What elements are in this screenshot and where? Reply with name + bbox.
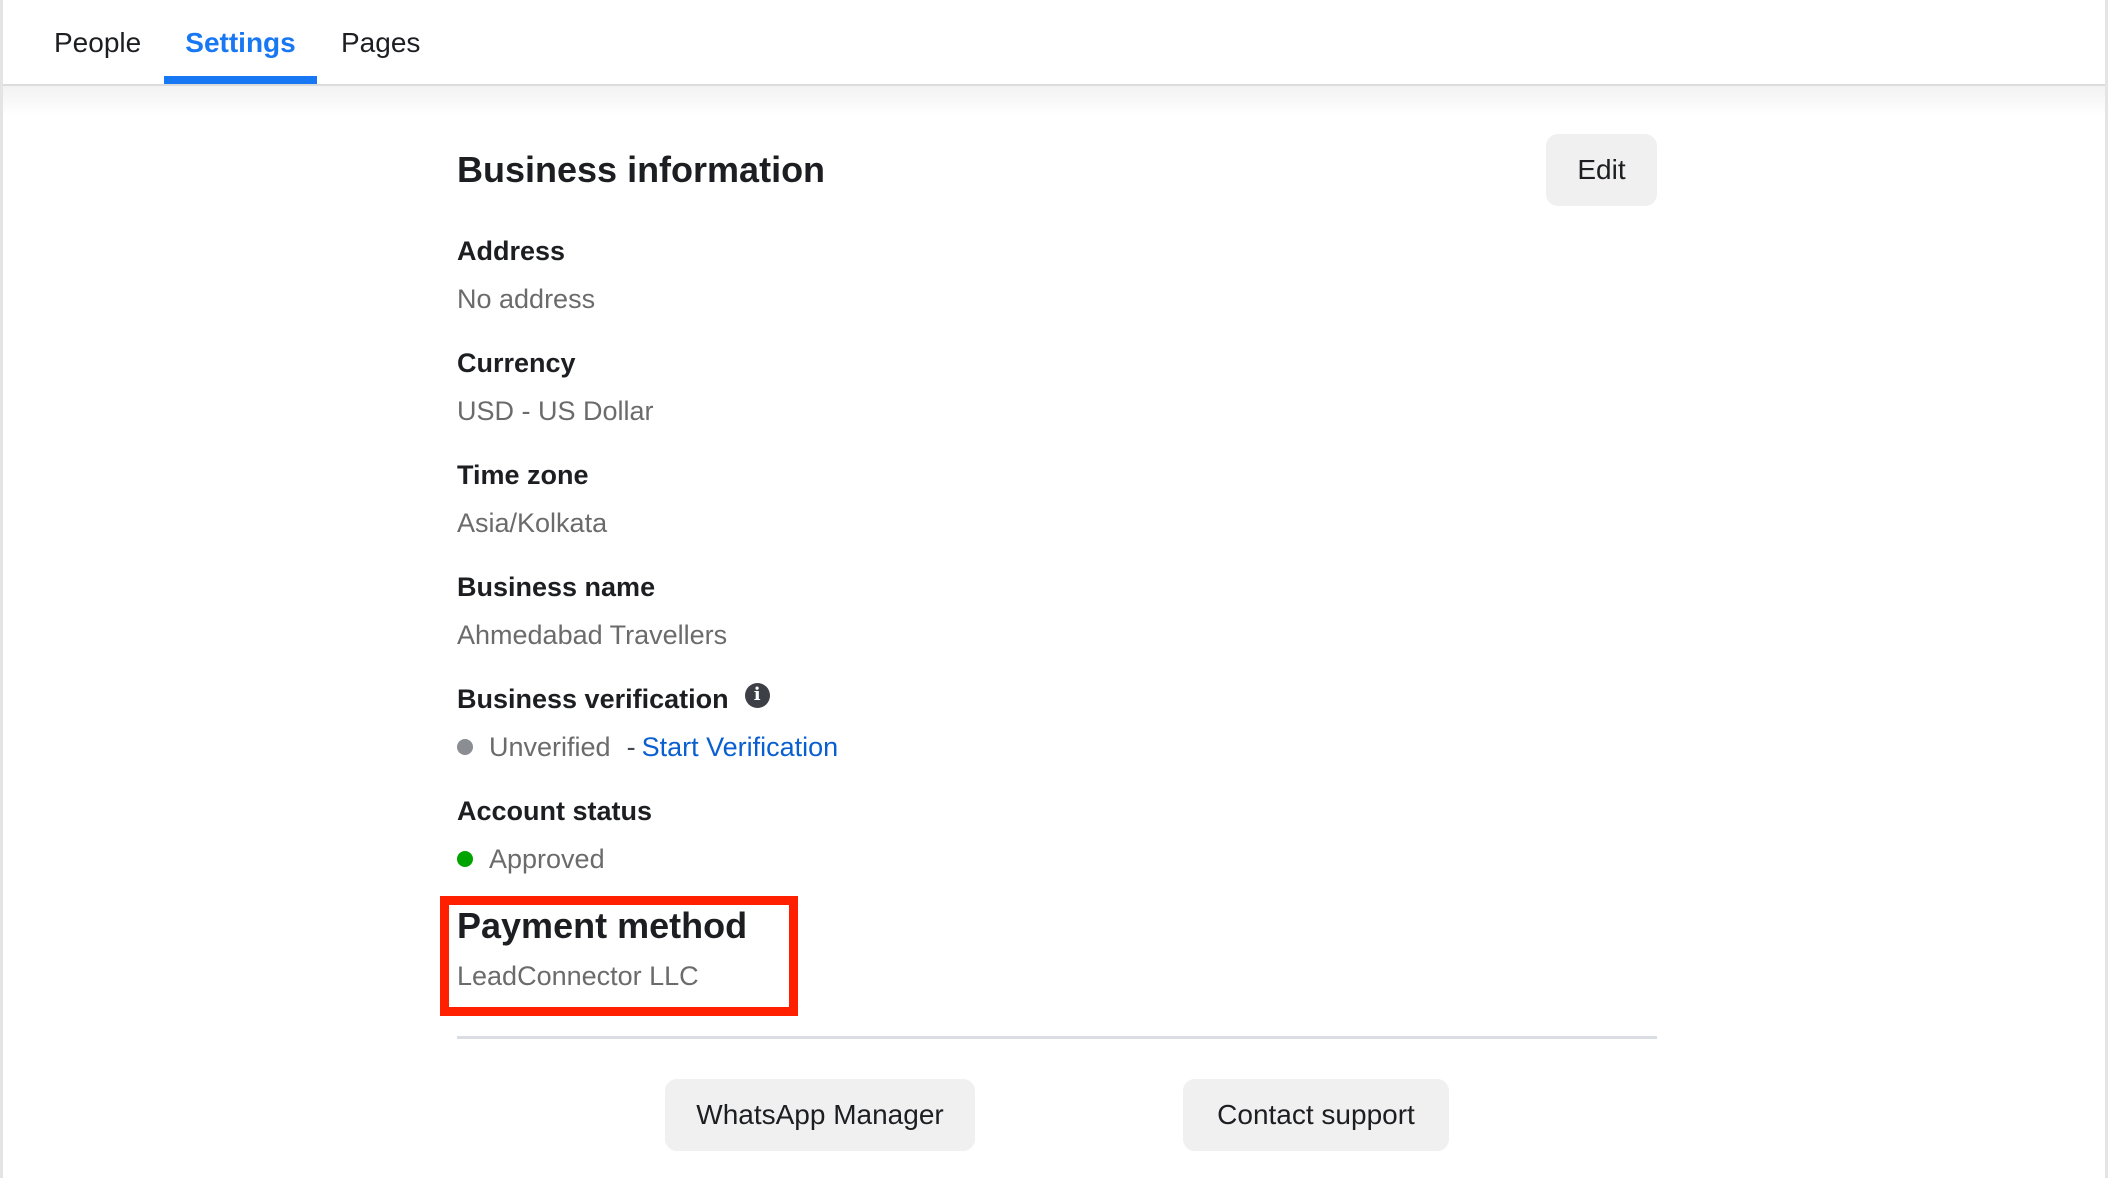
business-name-value: Ahmedabad Travellers — [457, 620, 728, 650]
divider — [457, 1036, 1657, 1039]
field-business-name: Business name Ahmedabad Travellers — [457, 570, 1657, 652]
field-account-status: Account status Approved — [457, 794, 1657, 876]
business-name-label: Business name — [457, 572, 656, 602]
address-label: Address — [457, 236, 566, 266]
business-information-panel: Business information Edit Address No add… — [440, 0, 1657, 1178]
business-verification-label: Business verification — [457, 684, 729, 714]
contact-support-button[interactable]: Contact support — [1183, 1079, 1449, 1151]
time-zone-value: Asia/Kolkata — [457, 508, 608, 538]
field-time-zone: Time zone Asia/Kolkata — [457, 458, 1657, 540]
whatsapp-manager-button[interactable]: WhatsApp Manager — [665, 1079, 975, 1151]
separator: - — [626, 732, 636, 762]
address-value: No address — [457, 284, 596, 314]
tab-people[interactable]: People — [54, 0, 142, 84]
tab-pages[interactable]: Pages — [341, 0, 421, 84]
currency-value: USD - US Dollar — [457, 396, 654, 426]
info-icon[interactable]: i — [744, 682, 770, 708]
tab-settings[interactable]: Settings — [164, 0, 317, 84]
verification-status: Unverified — [489, 732, 611, 762]
field-currency: Currency USD - US Dollar — [457, 346, 1657, 428]
field-business-verification: Business verification i Unverified - Sta… — [457, 682, 1657, 764]
payment-method-value: LeadConnector LLC — [457, 961, 699, 991]
unverified-status-dot-icon — [457, 739, 473, 755]
edit-button[interactable]: Edit — [1546, 134, 1657, 206]
business-verification-value: Unverified - Start Verification — [457, 730, 1657, 764]
field-address: Address No address — [457, 234, 1657, 316]
tab-pages-label: Pages — [341, 27, 421, 58]
approved-status-dot-icon — [457, 851, 473, 867]
settings-page: People Settings Pages Business informati… — [0, 0, 2108, 1178]
account-status-text: Approved — [489, 844, 605, 874]
tab-settings-label: Settings — [185, 27, 296, 58]
currency-label: Currency — [457, 348, 576, 378]
time-zone-label: Time zone — [457, 460, 589, 490]
active-tab-indicator — [164, 76, 317, 84]
section-title: Business information — [457, 149, 826, 190]
payment-method-label: Payment method — [457, 905, 748, 946]
tab-people-label: People — [54, 27, 142, 58]
business-verification-label-row: Business verification i — [457, 682, 1657, 716]
account-status-value: Approved — [457, 842, 1657, 876]
start-verification-link[interactable]: Start Verification — [642, 730, 839, 764]
account-status-label: Account status — [457, 796, 653, 826]
